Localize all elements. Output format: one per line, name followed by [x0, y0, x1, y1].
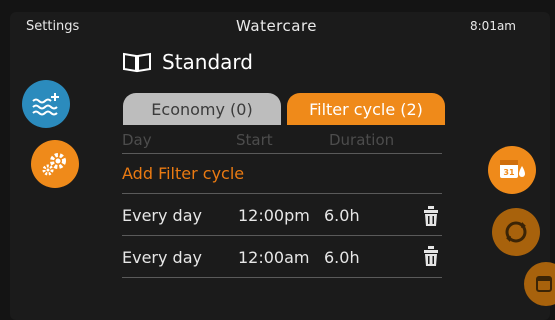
calendar-icon — [536, 276, 552, 292]
page-title: Watercare — [236, 17, 318, 35]
mode-header: Standard — [122, 50, 253, 74]
add-filter-cycle-button[interactable]: Add Filter cycle — [122, 164, 244, 183]
column-header-duration: Duration — [329, 131, 395, 149]
water-waves-icon — [32, 93, 59, 116]
cycle-icon — [505, 221, 527, 243]
book-icon — [123, 52, 151, 73]
row-duration[interactable]: 6.0h — [324, 206, 360, 225]
cycle-button[interactable] — [492, 208, 540, 256]
svg-text:31: 31 — [503, 168, 515, 177]
gears-icon — [42, 153, 66, 176]
settings-gear-button[interactable] — [31, 140, 79, 188]
divider — [122, 193, 442, 194]
divider — [122, 235, 442, 236]
trash-icon[interactable] — [424, 206, 438, 226]
tab-economy[interactable]: Economy (0) — [123, 93, 281, 125]
tab-filter-cycle[interactable]: Filter cycle (2) — [287, 93, 445, 125]
mode-label: Standard — [162, 50, 253, 74]
schedule-button[interactable]: 31 — [488, 146, 536, 194]
row-start[interactable]: 12:00pm — [238, 206, 310, 225]
screen — [10, 12, 550, 320]
clock: 8:01am — [470, 19, 516, 33]
row-duration[interactable]: 6.0h — [324, 248, 360, 267]
divider — [122, 153, 442, 154]
settings-label[interactable]: Settings — [26, 19, 79, 34]
row-start[interactable]: 12:00am — [238, 248, 310, 267]
row-day[interactable]: Every day — [122, 248, 202, 267]
water-button[interactable] — [22, 80, 70, 128]
divider — [122, 277, 442, 278]
column-header-day: Day — [122, 131, 152, 149]
calendar-drop-icon: 31 — [500, 160, 525, 178]
trash-icon[interactable] — [424, 246, 438, 266]
row-day[interactable]: Every day — [122, 206, 202, 225]
column-header-start: Start — [236, 131, 273, 149]
